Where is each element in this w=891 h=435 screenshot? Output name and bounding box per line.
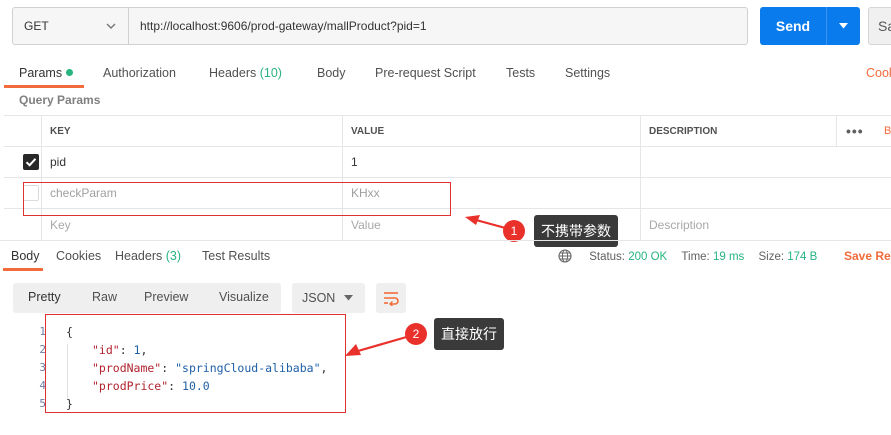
params-row: pid 1 [4,146,891,177]
url-input[interactable]: http://localhost:9606/prod-gateway/mallP… [128,7,748,45]
save-response-button[interactable]: Save Res [844,249,891,263]
save-label: Sa [878,18,891,34]
request-tabs: Params Authorization Headers (10) Body P… [0,60,891,88]
size-label: Size: [758,251,785,263]
checkmark-icon [25,158,37,167]
chevron-down-icon [106,23,116,29]
view-visualize-button[interactable]: Visualize [219,290,269,304]
param-description[interactable] [640,147,891,177]
size-value: 174 B [787,251,818,263]
send-button[interactable]: Send [760,7,860,45]
annotation-badge-2: 2 [405,323,427,345]
annotation-badge-1: 1 [503,220,525,242]
wrap-lines-icon [384,292,399,306]
annotation-label-2: 直接放行 [434,318,504,350]
new-description-input[interactable]: Description [640,209,891,240]
resp-tab-headers-count: (3) [165,249,182,263]
tab-authorization[interactable]: Authorization [103,66,176,80]
annotation-box-2 [45,314,346,413]
tab-headers[interactable]: Headers (10) [209,66,282,80]
time-label: Time: [681,251,710,263]
status-label: Status: [589,251,626,263]
annotation-box-1 [23,182,451,216]
view-pretty-button[interactable]: Pretty [28,290,61,304]
view-raw-button[interactable]: Raw [92,290,117,304]
tab-body[interactable]: Body [317,66,346,80]
param-value[interactable]: 1 [342,147,640,177]
view-mode-group: Pretty Raw Preview Visualize [13,283,281,313]
resp-tab-headers[interactable]: Headers (3) [115,249,181,263]
param-key[interactable]: pid [41,147,342,177]
send-options-caret[interactable] [827,23,860,29]
resp-tab-headers-label: Headers [115,249,166,263]
line-number: 5 [39,397,46,410]
tab-pre-request-script[interactable]: Pre-request Script [375,66,476,80]
params-header-row: KEY VALUE DESCRIPTION ••• B [4,115,891,146]
params-active-dot-icon [66,69,74,76]
resp-active-underline [3,268,43,271]
more-options-icon[interactable]: ••• [846,123,864,139]
status-value: 200 OK [628,251,668,263]
time-value: 19 ms [712,251,745,263]
query-params-title: Query Params [19,93,101,107]
tab-params[interactable]: Params [19,66,74,80]
annotation-arrow-2 [345,334,411,356]
response-separator [0,240,891,241]
line-number: 3 [39,361,46,374]
active-tab-underline [4,85,84,88]
resp-tab-test-results[interactable]: Test Results [202,249,270,263]
param-description[interactable] [640,178,891,208]
line-number: 1 [39,325,46,338]
method-label: GET [24,19,49,33]
param-checkbox-checked[interactable] [23,154,39,170]
wrap-lines-button[interactable] [376,283,406,313]
tab-params-label: Params [19,66,63,80]
view-preview-button[interactable]: Preview [144,290,188,304]
header-key: KEY [41,116,342,146]
resp-tab-cookies[interactable]: Cookies [56,249,101,263]
header-description: DESCRIPTION [640,116,836,146]
bulk-edit-link[interactable]: B [884,125,891,137]
format-select-label: JSON [302,291,336,305]
send-label: Send [775,18,811,34]
line-number: 2 [39,343,46,356]
method-select[interactable]: GET [12,7,128,45]
response-status-area: Status: 200 OK Time: 19 ms Size: 174 B [558,249,817,263]
line-number: 4 [39,379,46,392]
tab-tests[interactable]: Tests [506,66,535,80]
tab-headers-count: (10) [259,66,282,80]
format-select[interactable]: JSON [292,283,365,313]
save-button[interactable]: Sa [868,7,891,45]
caret-down-icon [839,23,848,29]
tab-settings[interactable]: Settings [565,66,610,80]
tab-headers-label: Headers [209,66,260,80]
cookies-link[interactable]: Cook [866,66,891,80]
header-value: VALUE [342,116,640,146]
annotation-label-1: 不携带参数 [534,215,618,247]
url-text: http://localhost:9606/prod-gateway/mallP… [140,19,427,33]
resp-tab-body[interactable]: Body [11,249,40,263]
caret-down-icon [344,295,353,301]
globe-icon[interactable] [558,249,572,263]
